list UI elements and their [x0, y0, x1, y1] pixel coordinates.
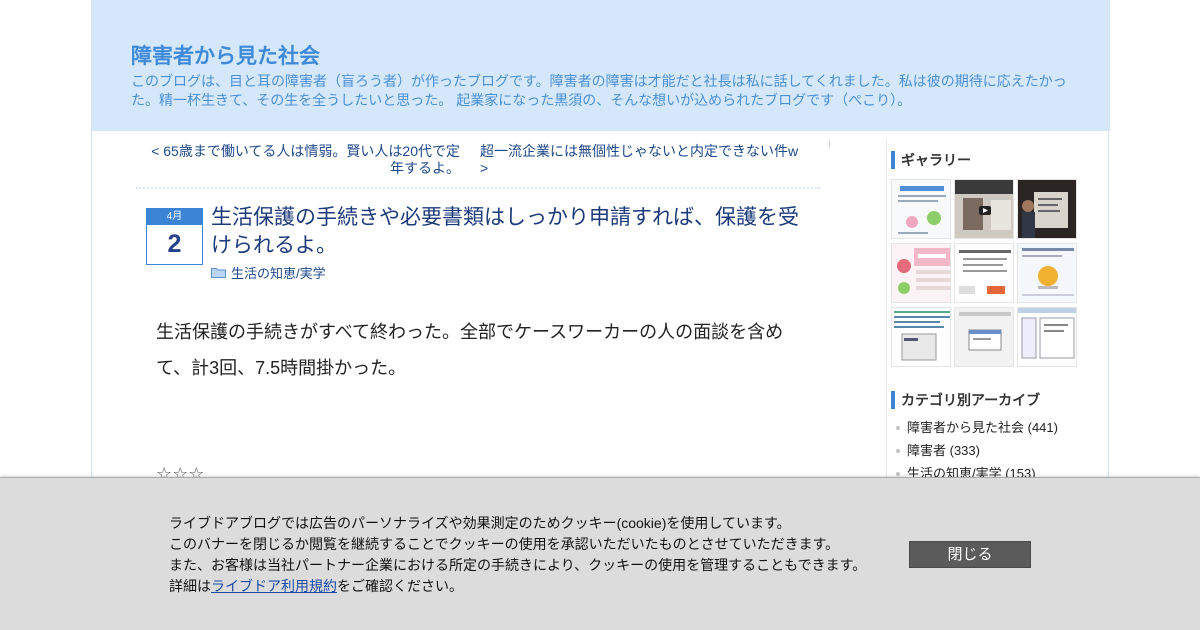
article-category: 生活の知恵/実学: [211, 263, 326, 281]
post-month: 4月: [147, 209, 202, 225]
category-archive-item[interactable]: 障害者から見た社会 (441): [893, 416, 1058, 439]
cookie-line-1: ライブドアブログでは広告のパーソナライズや効果測定のためクッキー(cookie)…: [169, 515, 791, 531]
gallery-thumbnail[interactable]: [891, 307, 951, 367]
folder-icon: [211, 267, 226, 278]
gallery-thumbnail[interactable]: [1017, 307, 1077, 367]
cookie-line-3: また、お客様は当社パートナー企業における所定の手続きにより、クッキーの使用を管理…: [169, 557, 867, 573]
category-link[interactable]: 生活の知恵/実学: [231, 263, 326, 282]
cookie-details-prefix: 詳細は: [169, 578, 211, 594]
sidebar: ギャラリー カテゴリ別アーカイブ 障害者から見た社会 (441) 障害者 (33…: [886, 140, 1079, 481]
pager-divider: [829, 141, 830, 147]
gallery-thumbnail[interactable]: [1017, 243, 1077, 303]
blog-description: このブログは、目と耳の障害者（盲ろう者）が作ったブログです。障害者の障害は才能だ…: [131, 73, 1067, 108]
blog-title-link[interactable]: 障害者から見た社会: [131, 40, 320, 70]
gallery-heading: ギャラリー: [891, 151, 971, 169]
category-archive-list: 障害者から見た社会 (441) 障害者 (333) 生活の知恵/実学 (153): [893, 416, 1058, 485]
terms-of-use-link[interactable]: ライブドア利用規約: [211, 578, 337, 594]
gallery-thumbnail[interactable]: [954, 243, 1014, 303]
article-title: 生活保護の手続きや必要書類はしっかり申請すれば、保護を受けられるよ。: [211, 206, 799, 257]
prev-article-link[interactable]: < 65歳まで働いてる人は情弱。賢い人は20代で定年するよ。: [148, 143, 460, 177]
gallery-thumbnail[interactable]: [954, 179, 1014, 239]
archive-heading: カテゴリ別アーカイブ: [891, 391, 1040, 409]
article-pager: < 65歳まで働いてる人は情弱。賢い人は20代で定年するよ。 超一流企業には無個…: [136, 141, 830, 189]
next-article-link[interactable]: 超一流企業には無個性じゃないと内定できない件w >: [480, 143, 800, 177]
gallery-thumbnail[interactable]: [954, 307, 1014, 367]
gallery-thumbnail[interactable]: [891, 243, 951, 303]
article-body: 生活保護の手続きがすべて終わった。全部でケースワーカーの人の面談を含めて、計3回…: [156, 322, 784, 378]
gallery-thumbnail[interactable]: [1017, 179, 1077, 239]
cookie-consent-banner: ライブドアブログでは広告のパーソナライズや効果測定のためクッキー(cookie)…: [0, 477, 1200, 630]
cookie-line-2: このバナーを閉じるか閲覧を継続することでクッキーの使用を承認いただいたものとさせ…: [169, 536, 840, 552]
blog-header: 障害者から見た社会 このブログは、目と耳の障害者（盲ろう者）が作ったブログです。…: [92, 0, 1110, 131]
gallery-grid: [891, 179, 1079, 367]
cookie-line-4: 詳細はライブドア利用規約をご確認ください。: [169, 576, 889, 597]
post-date-badge: 4月 2: [146, 208, 203, 265]
cookie-details-suffix: をご確認ください。: [337, 578, 463, 594]
close-banner-button[interactable]: 閉じる: [909, 541, 1031, 568]
cookie-notice-text: ライブドアブログでは広告のパーソナライズや効果測定のためクッキー(cookie)…: [169, 513, 889, 597]
post-day: 2: [167, 230, 182, 258]
gallery-thumbnail[interactable]: [891, 179, 951, 239]
category-archive-item[interactable]: 障害者 (333): [893, 439, 1058, 462]
